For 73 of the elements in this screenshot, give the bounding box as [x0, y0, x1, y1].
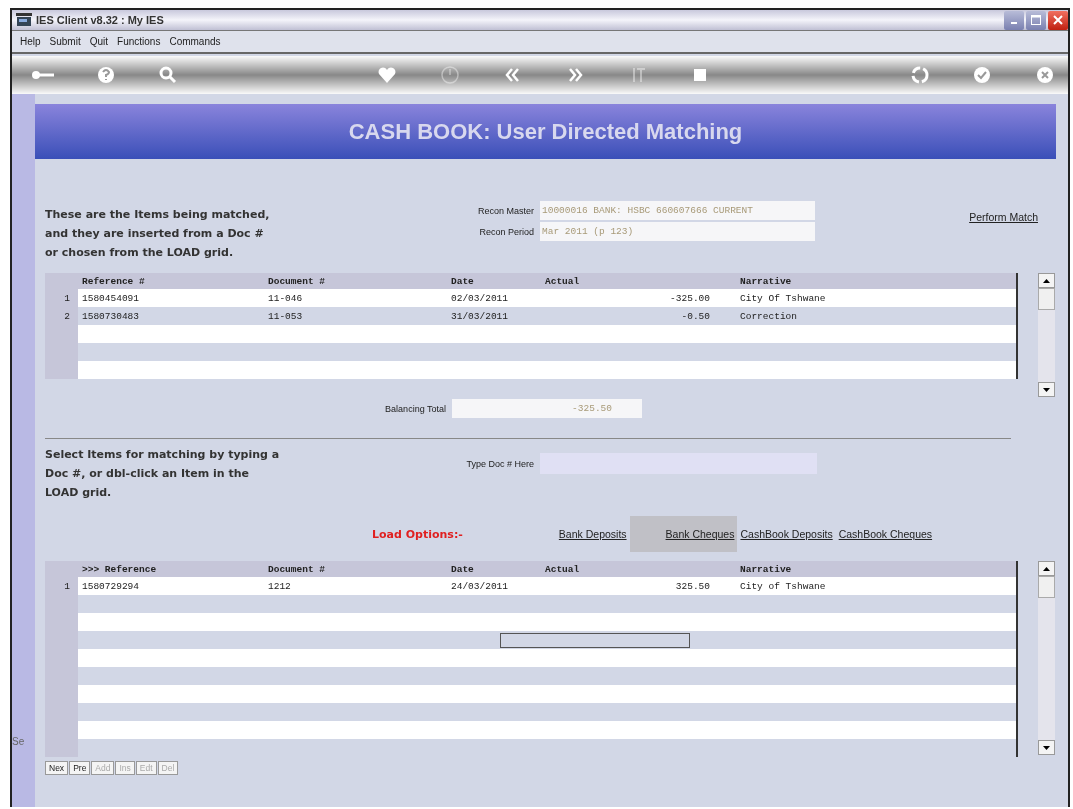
column-header: Actual — [545, 563, 581, 575]
column-header: >>> Reference — [81, 563, 158, 575]
perform-match-link[interactable]: Perform Match — [969, 211, 1038, 223]
menu-item[interactable]: Quit — [89, 36, 109, 47]
app-icon — [16, 13, 32, 27]
table-cell-text: 1580730483 — [81, 310, 140, 322]
nav-button[interactable]: Pre — [69, 761, 91, 775]
data-grid[interactable]: Reference # Document # Date Actual Narrative 1 1580454091 11-046 02/03/2011 -325.00 City Of Tshwane 2 1580730483 11-053 31/03/2011 -0.50 Correction — [45, 273, 1018, 379]
instruction-text: Select Items for matching by typing a — [45, 447, 280, 463]
table-cell-text: 1212 — [267, 580, 292, 592]
column-header: Document # — [267, 275, 326, 287]
scroll-thumb[interactable] — [1038, 576, 1055, 598]
window-title: IES Client v8.32 : My IES — [36, 14, 164, 26]
maximize-icon — [1031, 15, 1041, 25]
menu-item[interactable]: Submit — [49, 36, 81, 47]
nav-button[interactable]: Nex — [45, 761, 69, 775]
scroll-up-icon[interactable] — [1043, 566, 1050, 571]
scroll-up-icon[interactable] — [1043, 278, 1050, 283]
instruction-text: or chosen from the LOAD grid. — [45, 245, 234, 261]
scroll-down-icon[interactable] — [1043, 387, 1050, 392]
close-icon — [1053, 15, 1063, 25]
instruction-text: and they are inserted from a Doc # — [45, 226, 264, 242]
data-grid[interactable]: >>> Reference Document # Date Actual Narrative 1 1580729294 1212 24/03/2011 325.50 City of Tshwane — [45, 561, 1018, 757]
row-number: 1 — [63, 291, 71, 306]
load-option-tab[interactable]: CashBook Cheques — [835, 516, 936, 552]
instruction-text: These are the Items being matched, — [45, 207, 270, 223]
table-cell-text: City of Tshwane — [739, 580, 826, 592]
column-header: Actual — [545, 275, 581, 287]
menu-item[interactable]: Functions — [117, 36, 161, 47]
column-header: Reference # — [81, 275, 146, 287]
scroll-thumb[interactable] — [1038, 288, 1055, 310]
maximize-button[interactable] — [1026, 10, 1046, 30]
load-options-label: Load Options:- — [372, 527, 463, 541]
scrollbar[interactable] — [1038, 273, 1055, 397]
menu-item[interactable]: Commands — [169, 36, 221, 47]
minimize-button[interactable] — [1004, 10, 1024, 30]
field-label: Recon Master — [476, 205, 534, 216]
table-cell-text: 1580729294 — [81, 580, 140, 592]
field-label: Recon Period — [478, 226, 534, 237]
instruction-text: Doc #, or dbl-click an Item in the — [45, 466, 250, 482]
page-title: CASH BOOK: User Directed Matching — [348, 118, 743, 145]
load-option-tab[interactable]: Bank Deposits — [555, 516, 630, 552]
column-header: Date — [450, 275, 475, 287]
table-cell-text: 11-053 — [267, 310, 304, 322]
table-cell-text: -0.50 — [680, 310, 710, 322]
column-header: Date — [450, 563, 475, 575]
table-cell-text: 1580454091 — [81, 292, 140, 304]
scrollbar[interactable] — [1038, 561, 1055, 755]
table-cell-text: Correction — [739, 310, 797, 322]
column-header: Narrative — [739, 563, 792, 575]
side-label: Se — [12, 736, 25, 747]
minimize-icon — [1011, 22, 1017, 24]
table-cell-text: 24/03/2011 — [450, 580, 509, 592]
table-cell-text: 11-046 — [267, 292, 304, 304]
table-cell-text: 325.50 — [674, 580, 710, 592]
load-option-tab[interactable]: CashBook Deposits — [737, 516, 836, 552]
table-cell-text: 31/03/2011 — [450, 310, 509, 322]
scroll-down-icon[interactable] — [1043, 745, 1050, 750]
field-label: Type Doc # Here — [465, 458, 534, 469]
row-number: 2 — [63, 309, 71, 324]
row-number: 1 — [63, 579, 71, 594]
table-cell-text: -325.00 — [669, 292, 710, 304]
cell-editor[interactable] — [500, 633, 690, 648]
balancing-total-field: -325.50 — [452, 399, 642, 418]
column-header: Narrative — [739, 275, 792, 287]
menu-item[interactable]: Help — [20, 36, 41, 47]
instruction-text: LOAD grid. — [45, 485, 112, 501]
table-cell-text: 02/03/2011 — [450, 292, 509, 304]
close-button[interactable] — [1048, 10, 1068, 30]
column-header: Document # — [267, 563, 326, 575]
field-label: Balancing Total — [384, 403, 446, 414]
load-option-tab[interactable]: Bank Cheques — [629, 516, 738, 552]
table-cell-text: City Of Tshwane — [739, 292, 826, 304]
